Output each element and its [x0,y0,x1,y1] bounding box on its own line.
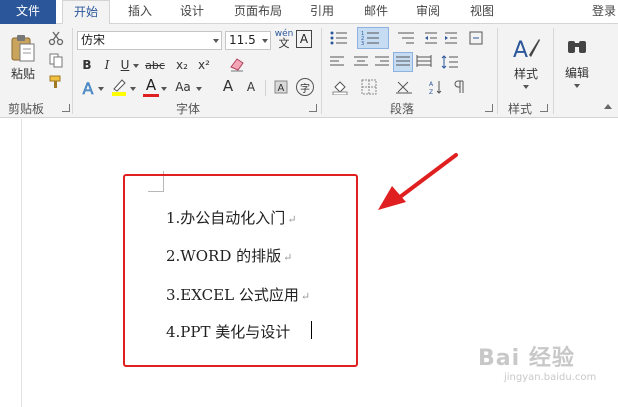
styles-button[interactable]: A 样式 [506,28,546,94]
clipboard-group-label: 剪贴板 [8,102,45,116]
chevron-down-icon [574,84,580,88]
login-link[interactable]: 登录 [592,0,616,24]
tab-review[interactable]: 审阅 [408,0,448,24]
ribbon: 粘贴 剪贴板 仿宋 11.5 wén 文 A B I U abc x₂ x² A… [0,24,618,118]
paste-button[interactable]: 粘贴 [6,28,40,86]
show-marks-icon[interactable] [451,79,467,95]
shrink-font-button[interactable]: A [244,79,258,95]
chevron-down-icon[interactable] [98,87,104,91]
tab-file[interactable]: 文件 [0,0,56,24]
copy-icon[interactable] [48,52,64,68]
group-divider [553,28,554,114]
clear-formatting-icon[interactable] [228,55,246,73]
align-left-icon[interactable] [329,55,345,69]
font-color-swatch [143,94,159,97]
tab-mailings[interactable]: 邮件 [356,0,396,24]
watermark: Bai 经验 jingyan.baidu.com [478,340,596,383]
paste-icon [11,34,35,61]
bullets-icon[interactable] [329,30,349,46]
styles-group-label: 样式 [508,102,533,116]
editing-label: 编辑 [564,66,589,80]
watermark-text: Bai 经验 [478,346,575,371]
paste-label: 粘贴 [10,66,35,81]
increase-indent-icon[interactable] [444,31,458,45]
clipboard-launcher-icon[interactable] [62,104,70,112]
chevron-down-icon [213,39,219,43]
font-group-label: 字体 [176,102,201,116]
group-divider [72,28,73,114]
font-color-button[interactable]: A [143,76,159,94]
font-name-value: 仿宋 [81,33,106,47]
styles-launcher-icon[interactable] [540,104,548,112]
chevron-down-icon [523,85,529,89]
font-launcher-icon[interactable] [309,104,317,112]
annotation-arrow [378,153,458,210]
tab-page-layout[interactable]: 页面布局 [226,0,290,24]
left-margin-bar [0,119,22,407]
chevron-down-icon[interactable] [130,87,136,91]
bold-button[interactable]: B [80,57,94,73]
chevron-down-icon[interactable] [161,87,167,91]
align-right-icon[interactable] [374,55,390,69]
justify-icon [396,56,410,66]
font-size-combo[interactable]: 11.5 [225,31,271,50]
svg-text:A: A [429,81,434,88]
tab-design[interactable]: 设计 [172,0,212,24]
cut-icon[interactable] [48,30,64,46]
subscript-button[interactable]: x₂ [174,57,190,73]
asian-layout-icon[interactable] [395,79,413,95]
ribbon-tabs: 文件 开始 插入 设计 页面布局 引用 邮件 审阅 视图 登录 [0,0,618,25]
group-divider [321,28,322,114]
strikethrough-button[interactable]: abc [142,57,168,73]
underline-button[interactable]: U [118,57,132,73]
format-painter-icon[interactable] [48,74,64,90]
watermark-url: jingyan.baidu.com [504,372,597,383]
highlight-box [123,174,358,367]
highlight-icon[interactable] [110,77,128,97]
text-effects-button[interactable]: A [80,78,96,98]
font-size-value: 11.5 [229,33,256,47]
italic-button[interactable]: I [100,57,114,73]
svg-text:3: 3 [361,41,364,46]
tab-references[interactable]: 引用 [302,0,342,24]
enclose-characters-button[interactable]: 字 [296,78,314,96]
align-center-icon[interactable] [353,55,369,69]
character-shading-icon[interactable]: A [273,79,289,95]
styles-icon: A [513,38,540,63]
chevron-down-icon[interactable] [133,64,139,68]
svg-text:Z: Z [429,89,433,95]
font-name-combo[interactable]: 仿宋 [77,31,222,50]
paragraph-launcher-icon[interactable] [485,104,493,112]
divider [265,80,266,96]
tab-view[interactable]: 视图 [462,0,502,24]
decrease-indent-icon[interactable] [424,31,438,45]
distributed-icon[interactable] [416,55,432,69]
phonetic-char: 文 [278,37,290,50]
numbering-icon: 123 [361,31,379,46]
superscript-button[interactable]: x² [196,57,212,73]
svg-text:A: A [278,83,285,94]
tab-insert[interactable]: 插入 [120,0,160,24]
svg-text:A: A [513,38,528,63]
shading-icon[interactable] [331,79,349,95]
phonetic-guide-button[interactable]: wén 文 [275,28,294,50]
sort-icon[interactable]: AZ [428,79,444,95]
chevron-down-icon[interactable] [196,87,202,91]
chevron-down-icon [262,39,268,43]
group-divider [497,28,498,114]
collapse-ribbon-icon[interactable] [604,104,612,109]
character-border-button[interactable]: A [296,30,312,48]
change-case-button[interactable]: Aa [172,79,194,95]
borders-icon[interactable] [361,79,377,95]
styles-label: 样式 [513,67,538,81]
multilevel-list-icon[interactable] [396,30,416,46]
grow-font-button[interactable]: A [220,77,236,95]
chinese-layout-icon[interactable] [468,30,484,46]
line-spacing-icon[interactable] [441,54,459,70]
tab-home[interactable]: 开始 [62,0,110,25]
paragraph-group-label: 段落 [390,102,415,116]
binoculars-icon [568,41,586,53]
editing-button[interactable]: 编辑 [560,28,594,94]
